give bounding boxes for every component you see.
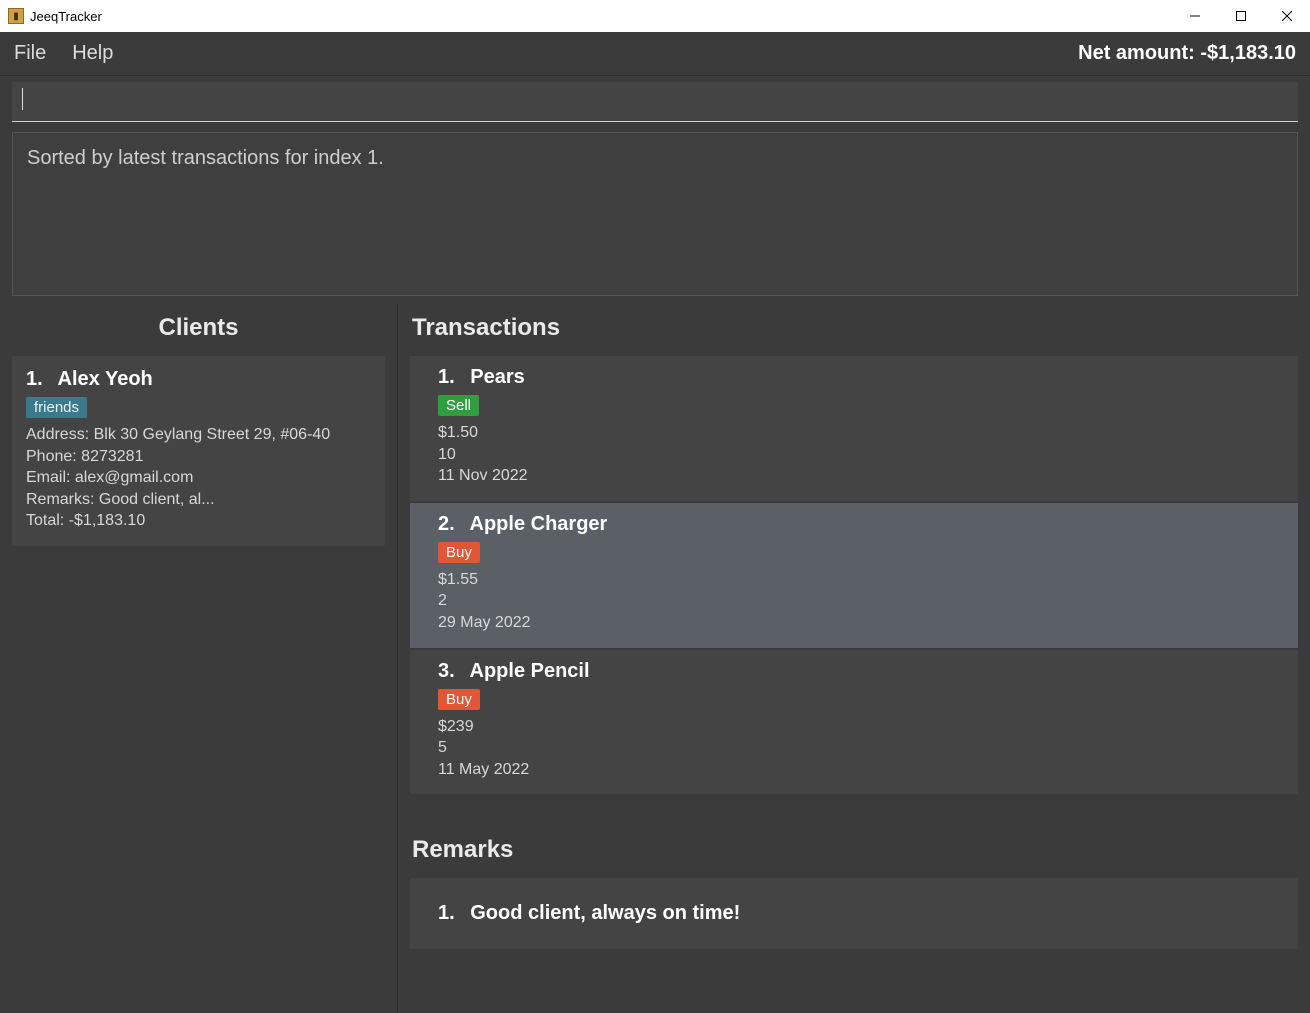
- menu-file[interactable]: File: [14, 42, 46, 65]
- client-index: 1.: [26, 368, 43, 390]
- transaction-type-badge: Sell: [438, 395, 479, 416]
- transaction-date: 29 May 2022: [438, 612, 1270, 634]
- transaction-name-row: 1. Pears: [438, 366, 1270, 389]
- window-titlebar: ▮ JeeqTracker: [0, 0, 1310, 32]
- transaction-name: Apple Pencil: [470, 660, 590, 682]
- close-button[interactable]: [1264, 0, 1310, 32]
- transaction-index: 1.: [438, 366, 455, 388]
- clients-title: Clients: [0, 304, 397, 356]
- transaction-name: Apple Charger: [470, 513, 608, 535]
- client-email: Email: alex@gmail.com: [26, 467, 371, 489]
- client-total: Total: -$1,183.10: [26, 510, 371, 532]
- client-address: Address: Blk 30 Geylang Street 29, #06-4…: [26, 424, 371, 446]
- transaction-index: 2.: [438, 513, 455, 535]
- remark-text: Good client, always on time!: [470, 902, 740, 924]
- status-message: Sorted by latest transactions for index …: [27, 147, 384, 169]
- minimize-button[interactable]: [1172, 0, 1218, 32]
- transaction-card[interactable]: 1. Pears Sell $1.50 10 11 Nov 2022: [410, 356, 1298, 501]
- transaction-date: 11 May 2022: [438, 759, 1270, 781]
- transaction-card[interactable]: 2. Apple Charger Buy $1.55 2 29 May 2022: [410, 503, 1298, 648]
- transaction-price: $239: [438, 716, 1270, 738]
- remark-index: 1.: [438, 902, 455, 924]
- net-amount-value: -$1,183.10: [1200, 42, 1296, 64]
- transaction-name: Pears: [470, 366, 525, 388]
- menubar: File Help Net amount: -$1,183.10: [0, 32, 1310, 76]
- transaction-qty: 10: [438, 444, 1270, 466]
- remark-card[interactable]: 1. Good client, always on time!: [410, 878, 1298, 949]
- transactions-title: Transactions: [398, 304, 1310, 356]
- transactions-list[interactable]: 1. Pears Sell $1.50 10 11 Nov 2022 2. Ap…: [398, 356, 1310, 808]
- transaction-qty: 5: [438, 737, 1270, 759]
- menu-help[interactable]: Help: [72, 42, 113, 65]
- text-caret: [22, 88, 23, 110]
- transaction-qty: 2: [438, 590, 1270, 612]
- client-tag: friends: [26, 397, 87, 418]
- window-title: JeeqTracker: [30, 9, 102, 24]
- maximize-button[interactable]: [1218, 0, 1264, 32]
- net-amount: Net amount: -$1,183.10: [1078, 42, 1296, 65]
- transaction-card[interactable]: 3. Apple Pencil Buy $239 5 11 May 2022: [410, 650, 1298, 795]
- client-remarks: Remarks: Good client, al...: [26, 489, 371, 511]
- app-icon: ▮: [8, 8, 24, 24]
- remark-row: 1. Good client, always on time!: [438, 902, 1270, 925]
- transaction-date: 11 Nov 2022: [438, 465, 1270, 487]
- transaction-name-row: 3. Apple Pencil: [438, 660, 1270, 683]
- remarks-title: Remarks: [410, 808, 1298, 878]
- transaction-type-badge: Buy: [438, 542, 480, 563]
- client-name: Alex Yeoh: [58, 368, 153, 390]
- status-box: Sorted by latest transactions for index …: [12, 132, 1298, 296]
- transaction-price: $1.55: [438, 569, 1270, 591]
- transaction-name-row: 2. Apple Charger: [438, 513, 1270, 536]
- clients-list[interactable]: 1. Alex Yeoh friends Address: Blk 30 Gey…: [0, 356, 397, 1013]
- client-name-row: 1. Alex Yeoh: [26, 368, 371, 391]
- window-controls: [1172, 0, 1310, 32]
- transaction-price: $1.50: [438, 422, 1270, 444]
- transaction-index: 3.: [438, 660, 455, 682]
- transaction-type-badge: Buy: [438, 689, 480, 710]
- client-phone: Phone: 8273281: [26, 446, 371, 468]
- net-amount-label: Net amount:: [1078, 42, 1195, 64]
- command-input[interactable]: [12, 82, 1298, 122]
- client-card[interactable]: 1. Alex Yeoh friends Address: Blk 30 Gey…: [12, 356, 385, 546]
